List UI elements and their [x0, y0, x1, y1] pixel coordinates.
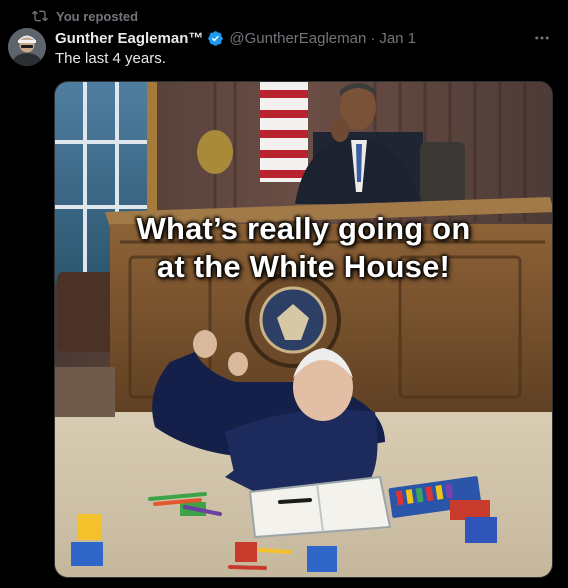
author-handle[interactable]: @GuntherEagleman [229, 30, 366, 47]
meme-caption: What’s really going on at the White Hous… [55, 210, 552, 286]
post-image[interactable]: What’s really going on at the White Hous… [54, 81, 553, 578]
post-card[interactable]: You reposted Gunther Eagleman™ @GuntherE… [0, 0, 568, 588]
avatar[interactable] [8, 28, 46, 66]
meme-caption-line-1: What’s really going on [136, 211, 471, 246]
post-header: Gunther Eagleman™ @GuntherEagleman · Jan… [55, 28, 556, 48]
repost-label: You reposted [56, 8, 139, 24]
oval-office-scene-image [55, 82, 552, 577]
meme-caption-line-2: at the White House! [156, 249, 451, 284]
verified-badge-icon [207, 30, 224, 47]
separator-dot: · [370, 29, 376, 47]
more-options-icon[interactable] [528, 30, 556, 46]
repost-context[interactable]: You reposted [32, 7, 138, 25]
post-text: The last 4 years. [55, 50, 166, 67]
post-date[interactable]: Jan 1 [379, 30, 416, 47]
author-name[interactable]: Gunther Eagleman™ [55, 30, 203, 47]
repost-icon [32, 8, 48, 24]
